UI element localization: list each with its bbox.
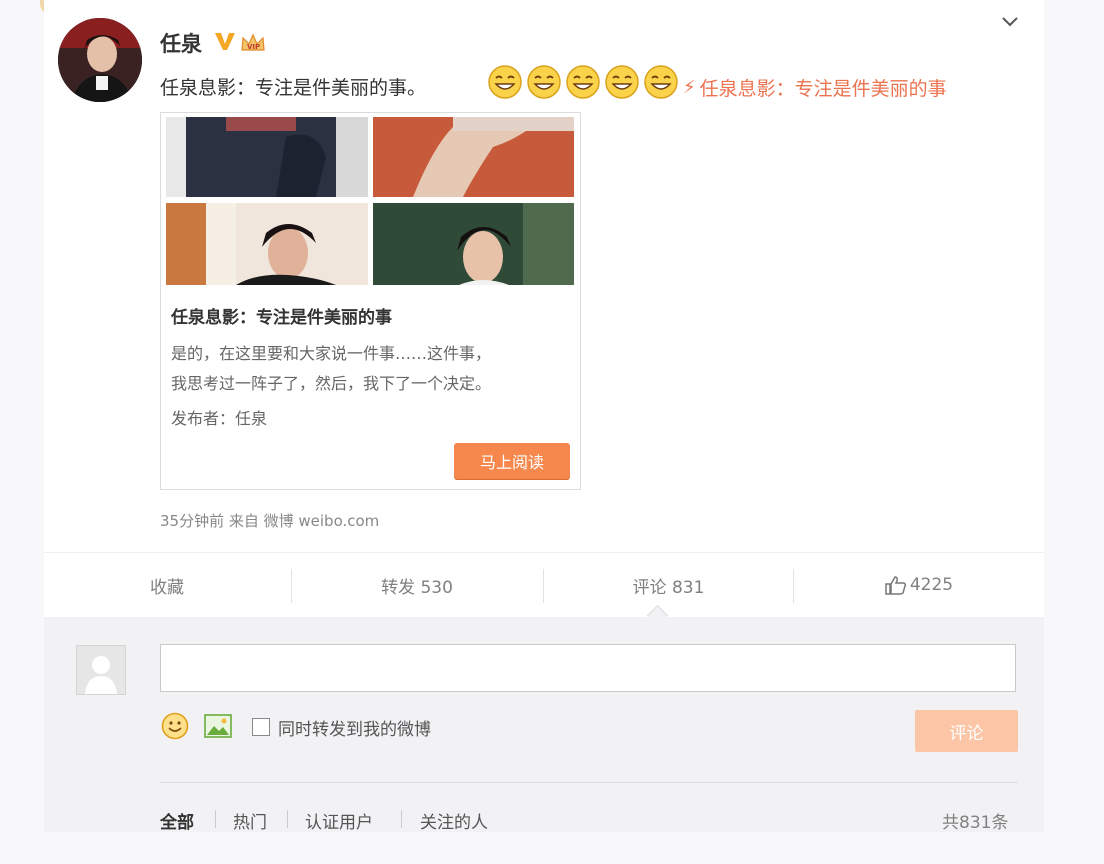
divider: [401, 810, 402, 828]
article-publisher: 发布者：任泉: [171, 409, 268, 428]
repost-label: 转发 530: [381, 577, 453, 598]
article-photo: [166, 117, 368, 197]
total-comments: 共831条: [942, 813, 1009, 833]
post-meta: 35分钟前 来自 微博 weibo.com: [160, 512, 380, 530]
article-photo: [373, 117, 574, 197]
repost-button[interactable]: 转发 530: [292, 553, 542, 617]
comment-label: 评论 831: [632, 577, 705, 598]
filter-hot[interactable]: 热门: [233, 808, 267, 833]
user-name[interactable]: 任泉: [160, 28, 202, 58]
lightning-icon: ⚡: [683, 77, 696, 98]
grinning-face-icon: [488, 65, 522, 99]
article-photo: [166, 203, 368, 285]
article-description-line: 我思考过一阵子了，然后，我下了一个决定。: [171, 374, 492, 393]
repost-checkbox[interactable]: [252, 718, 270, 736]
favorite-button[interactable]: 收藏: [44, 553, 290, 617]
article-title: 任泉息影：专注是件美丽的事: [171, 308, 392, 328]
grinning-face-icon: [566, 65, 600, 99]
filter-following[interactable]: 关注的人: [420, 808, 488, 833]
grinning-face-icon: [527, 65, 561, 99]
my-avatar: [76, 645, 126, 695]
grinning-face-icon: [605, 65, 639, 99]
comment-input[interactable]: [160, 644, 1016, 692]
divider: [287, 810, 288, 828]
like-button[interactable]: 4225: [794, 553, 1044, 617]
svg-text:VIP: VIP: [247, 43, 260, 51]
divider: [160, 782, 1018, 783]
filter-all[interactable]: 全部: [160, 808, 194, 833]
comment-button[interactable]: 评论 831: [544, 553, 793, 617]
article-photo: [373, 203, 574, 285]
favorite-label: 收藏: [150, 577, 184, 598]
avatar[interactable]: [58, 18, 142, 102]
article-link-text: 任泉息影：专注是件美丽的事: [699, 78, 947, 100]
divider: [215, 810, 216, 828]
v-verified-icon: [215, 33, 235, 50]
smiley-icon[interactable]: [161, 712, 189, 740]
chevron-down-icon[interactable]: [1000, 12, 1020, 32]
thumbs-up-icon: [885, 576, 906, 595]
article-description: 是的，在这里要和大家说一件事……这件事， 我思考过一阵子了，然后，我下了一个决定…: [171, 339, 571, 399]
submit-comment-button[interactable]: 评论: [915, 710, 1018, 752]
post-text: 任泉息影：专注是件美丽的事。: [160, 77, 427, 99]
emoji-row: [487, 64, 682, 100]
like-count: 4225: [909, 575, 954, 595]
article-card[interactable]: 任泉息影：专注是件美丽的事 是的，在这里要和大家说一件事……这件事， 我思考过一…: [160, 112, 581, 490]
repost-option-label: 同时转发到我的微博: [278, 720, 431, 740]
article-link[interactable]: ⚡ 任泉息影：专注是件美丽的事: [683, 74, 947, 101]
image-icon[interactable]: [204, 714, 232, 738]
article-description-line: 是的，在这里要和大家说一件事……这件事，: [171, 344, 492, 363]
action-bar: 收藏 转发 530 评论 831 4225: [44, 552, 1044, 618]
read-now-button[interactable]: 马上阅读: [454, 443, 570, 479]
grinning-face-icon: [644, 65, 678, 99]
filter-verified[interactable]: 认证用户: [305, 808, 373, 833]
vip-crown-icon: VIP: [241, 33, 265, 51]
